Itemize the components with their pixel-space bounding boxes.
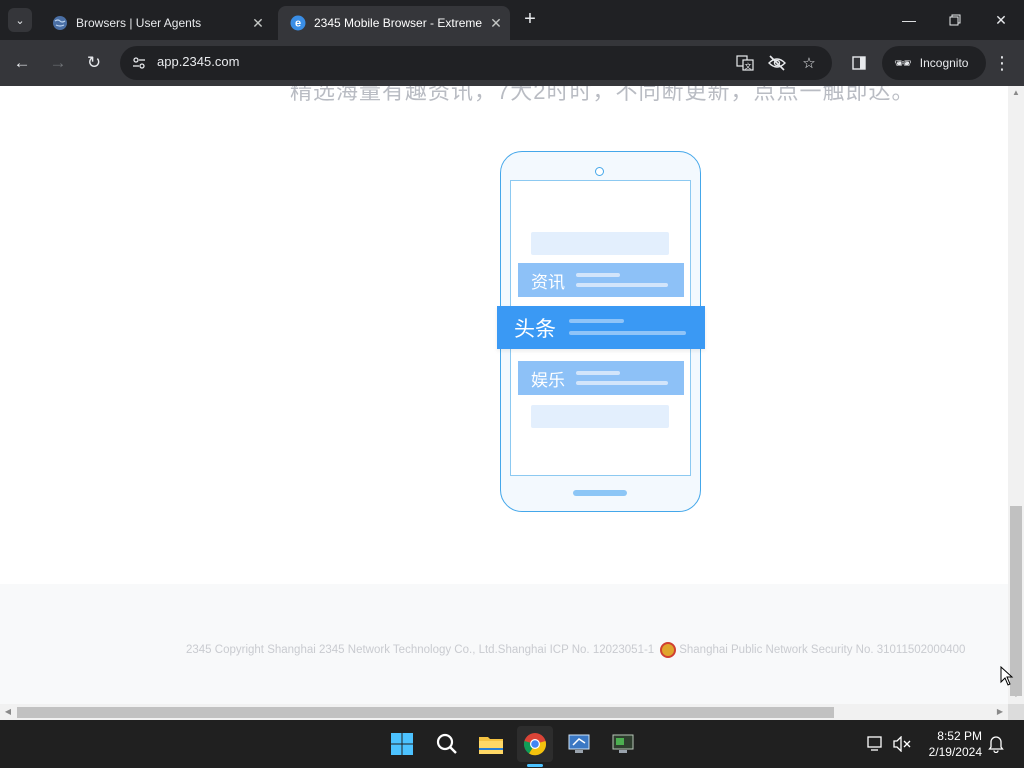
incognito-label: Incognito xyxy=(919,56,969,70)
network-icon xyxy=(867,736,882,751)
placeholder-card xyxy=(531,405,669,428)
security-link[interactable]: Shanghai Public Network Security No. 310… xyxy=(679,644,965,656)
windows-taskbar: 8:52 PM 2/19/2024 xyxy=(0,720,1024,768)
reload-icon: ↻ xyxy=(86,53,102,72)
close-tab-icon[interactable]: ✕ xyxy=(244,15,272,32)
clock-date: 2/19/2024 xyxy=(928,745,982,759)
svg-text:e: e xyxy=(295,18,301,30)
scroll-left-icon[interactable]: ◀ xyxy=(0,707,16,716)
restore-icon xyxy=(949,14,961,26)
police-badge-icon xyxy=(660,642,677,658)
volume-muted-icon xyxy=(893,736,911,752)
volume-tray-button[interactable] xyxy=(892,734,912,754)
arrow-right-icon: → xyxy=(49,53,67,72)
tab-browsers-user-agents[interactable]: Browsers | User Agents ✕ xyxy=(40,6,272,40)
close-icon: ✕ xyxy=(995,11,1007,28)
taskbar-search-button[interactable] xyxy=(429,726,465,762)
ie-e-icon: e xyxy=(290,15,306,31)
svg-text:文: 文 xyxy=(745,62,752,71)
incognito-indicator[interactable]: 🕶 Incognito xyxy=(882,46,986,80)
phone-camera xyxy=(595,167,604,176)
new-tab-button[interactable]: + xyxy=(518,8,542,32)
close-tab-icon[interactable]: ✕ xyxy=(482,15,510,32)
arrow-left-icon: ← xyxy=(13,53,31,72)
chrome-taskbar-button[interactable] xyxy=(517,726,553,762)
start-button[interactable] xyxy=(384,726,420,762)
phone-home-bar xyxy=(573,490,627,496)
terminal-icon xyxy=(612,734,634,753)
start-icon xyxy=(391,733,413,755)
address-bar[interactable]: app.2345.com 文 ☆ xyxy=(120,46,832,80)
news-card-yule: 娱乐 xyxy=(518,361,684,395)
translate-button[interactable]: 文 xyxy=(733,51,757,75)
back-button[interactable]: ← xyxy=(7,48,37,78)
chrome-icon xyxy=(523,733,547,756)
placeholder-card xyxy=(531,232,669,255)
reload-button[interactable]: ↻ xyxy=(79,48,109,78)
scroll-right-icon[interactable]: ▶ xyxy=(992,707,1008,716)
tab-title: Browsers | User Agents xyxy=(76,16,202,30)
tune-icon xyxy=(133,57,145,69)
more-vert-icon: ⋮ xyxy=(993,52,1011,73)
remote-desktop-icon xyxy=(568,734,590,753)
notifications-button[interactable] xyxy=(986,734,1006,754)
file-explorer-button[interactable] xyxy=(473,726,509,762)
bell-icon xyxy=(988,736,1004,753)
url-text[interactable]: app.2345.com xyxy=(157,54,239,69)
tab-search-button[interactable]: ⌄ xyxy=(8,8,32,32)
network-tray-button[interactable] xyxy=(866,734,886,754)
side-panel-button[interactable] xyxy=(844,48,874,78)
close-window-button[interactable]: ✕ xyxy=(978,0,1024,40)
page-viewport: 精选海量有趣资讯，7大2时时，不同断更新，点点一触即达。 资讯 头条 娱乐 23… xyxy=(0,86,1024,720)
tab-strip: ⌄ Browsers | User Agents ✕ e 2345 Mobile… xyxy=(0,0,1024,40)
active-app-indicator xyxy=(527,764,543,767)
file-explorer-icon xyxy=(479,737,503,754)
section-description: 精选海量有趣资讯，7大2时时，不同断更新，点点一触即达。 xyxy=(290,86,915,104)
chevron-down-icon: ⌄ xyxy=(15,14,25,27)
globe-icon xyxy=(52,15,68,31)
news-card-zixun: 资讯 xyxy=(518,263,684,297)
forward-button[interactable]: → xyxy=(43,48,73,78)
incognito-icon: 🕶 xyxy=(894,54,912,71)
news-card-toutiao: 头条 xyxy=(497,306,705,349)
minimize-button[interactable]: — xyxy=(886,0,932,40)
footer-copyright: 2345 Copyright Shanghai 2345 Network Tec… xyxy=(186,642,965,658)
restore-button[interactable] xyxy=(932,0,978,40)
scroll-up-icon[interactable]: ▲ xyxy=(1008,88,1024,97)
tracking-protection-button[interactable] xyxy=(765,51,789,75)
minimize-icon: — xyxy=(902,12,916,28)
menu-button[interactable]: ⋮ xyxy=(990,48,1014,78)
mouse-cursor-icon xyxy=(1000,666,1014,686)
card-label: 娱乐 xyxy=(531,370,565,390)
card-label: 资讯 xyxy=(531,272,565,292)
tab-title: 2345 Mobile Browser - Extremel xyxy=(314,16,482,30)
remote-desktop-button[interactable] xyxy=(561,726,597,762)
site-info-button[interactable] xyxy=(126,50,152,76)
clock-time: 8:52 PM xyxy=(937,729,982,743)
eye-off-icon xyxy=(768,55,786,71)
system-clock[interactable]: 8:52 PM 2/19/2024 xyxy=(920,728,982,760)
side-panel-icon xyxy=(852,56,866,70)
page-footer: 2345 Copyright Shanghai 2345 Network Tec… xyxy=(0,584,1008,720)
search-icon xyxy=(436,733,457,754)
translate-icon: 文 xyxy=(736,55,754,71)
terminal-button[interactable] xyxy=(605,726,641,762)
card-label: 头条 xyxy=(514,317,556,341)
tab-2345-mobile-browser[interactable]: e 2345 Mobile Browser - Extremel ✕ xyxy=(278,6,510,40)
browser-toolbar: ← → ↻ app.2345.com 文 ☆ 🕶 Incognito ⋮ xyxy=(0,40,1024,86)
bookmark-button[interactable]: ☆ xyxy=(797,51,821,75)
scrollbar-corner xyxy=(1008,704,1024,720)
copyright-text: 2345 Copyright Shanghai 2345 Network Tec… xyxy=(186,644,655,656)
star-icon: ☆ xyxy=(802,55,816,72)
horizontal-scroll-thumb[interactable] xyxy=(17,707,834,718)
